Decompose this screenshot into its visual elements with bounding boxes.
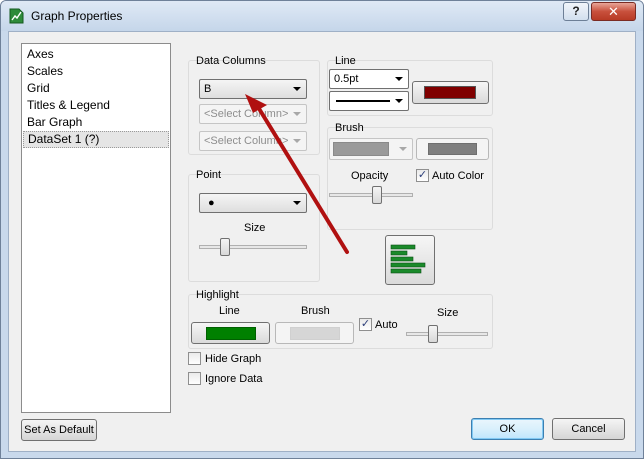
point-size-slider-thumb[interactable] <box>220 238 230 256</box>
line-title: Line <box>335 55 356 67</box>
line-color-button[interactable] <box>412 81 489 104</box>
chevron-down-icon <box>293 201 301 205</box>
brush-title: Brush <box>335 122 364 134</box>
brush-fill-swatch <box>333 142 389 156</box>
highlight-line-color-swatch <box>206 327 256 340</box>
brush-fill-select[interactable] <box>329 138 413 160</box>
dialog-client-area: Axes Scales Grid Titles & Legend Bar Gra… <box>8 31 636 452</box>
nav-item-dataset-1[interactable]: DataSet 1 (?) <box>23 131 169 148</box>
nav-item-scales[interactable]: Scales <box>23 63 169 80</box>
line-style-select[interactable] <box>329 91 409 111</box>
ignore-data-checkbox[interactable] <box>188 372 201 385</box>
point-size-label: Size <box>244 222 266 234</box>
line-width-value: 0.5pt <box>334 73 359 85</box>
line-width-select[interactable]: 0.5pt <box>329 69 409 89</box>
window-title: Graph Properties <box>31 9 123 23</box>
line-color-swatch <box>424 86 476 99</box>
chevron-down-icon <box>395 77 403 81</box>
nav-item-axes[interactable]: Axes <box>23 46 169 63</box>
highlight-auto-checkbox[interactable]: ✓ <box>359 318 372 331</box>
highlight-size-label: Size <box>437 307 459 319</box>
auto-color-label[interactable]: Auto Color <box>432 170 484 182</box>
ignore-data-label[interactable]: Ignore Data <box>205 373 262 385</box>
opacity-label: Opacity <box>351 170 389 182</box>
point-symbol-value: ● <box>208 197 215 209</box>
property-category-list[interactable]: Axes Scales Grid Titles & Legend Bar Gra… <box>21 43 171 413</box>
nav-item-bar-graph[interactable]: Bar Graph <box>23 114 169 131</box>
highlight-line-color-button[interactable] <box>191 322 270 344</box>
cancel-button[interactable]: Cancel <box>552 418 625 440</box>
data-column-2-placeholder: <Select Column> <box>204 108 289 120</box>
graph-app-icon <box>9 8 24 24</box>
data-column-1-value: B <box>204 83 212 95</box>
highlight-title: Highlight <box>196 289 239 301</box>
ok-button[interactable]: OK <box>471 418 544 440</box>
data-column-3-placeholder: <Select Column> <box>204 135 289 147</box>
data-column-2-select[interactable]: <Select Column> <box>199 104 307 124</box>
chevron-down-icon <box>395 99 403 103</box>
highlight-line-label: Line <box>219 305 240 317</box>
horizontal-bar-chart-icon <box>390 242 430 283</box>
help-button[interactable]: ? <box>563 2 589 21</box>
chevron-down-icon <box>399 147 407 151</box>
data-columns-title: Data Columns <box>196 55 266 67</box>
line-style-solid-sample <box>336 100 390 102</box>
brush-color-swatch <box>428 143 477 155</box>
brush-color-button[interactable] <box>416 138 489 160</box>
graph-properties-dialog: Graph Properties ? ✕ Axes Scales Grid Ti… <box>0 0 644 459</box>
highlight-auto-label[interactable]: Auto <box>375 319 398 331</box>
data-column-3-select[interactable]: <Select Column> <box>199 131 307 151</box>
chevron-down-icon <box>293 112 301 116</box>
auto-color-checkbox[interactable]: ✓ <box>416 169 429 182</box>
nav-item-titles-legend[interactable]: Titles & Legend <box>23 97 169 114</box>
nav-item-grid[interactable]: Grid <box>23 80 169 97</box>
set-as-default-button[interactable]: Set As Default <box>21 419 97 441</box>
opacity-slider-thumb[interactable] <box>372 186 382 204</box>
highlight-brush-label: Brush <box>301 305 330 317</box>
data-column-1-select[interactable]: B <box>199 79 307 99</box>
point-size-slider-track[interactable] <box>199 245 307 249</box>
point-symbol-select[interactable]: ● <box>199 193 307 213</box>
hide-graph-checkbox[interactable] <box>188 352 201 365</box>
highlight-brush-color-button[interactable] <box>275 322 354 344</box>
chevron-down-icon <box>293 87 301 91</box>
point-title: Point <box>196 169 222 181</box>
title-bar: Graph Properties ? ✕ <box>1 1 643 31</box>
chevron-down-icon <box>293 139 301 143</box>
highlight-size-slider-thumb[interactable] <box>428 325 438 343</box>
hide-graph-label[interactable]: Hide Graph <box>205 353 261 365</box>
highlight-size-slider-track[interactable] <box>406 332 488 336</box>
opacity-slider-track[interactable] <box>329 193 413 197</box>
bar-preview-button[interactable] <box>385 235 435 285</box>
close-button[interactable]: ✕ <box>591 2 636 21</box>
highlight-brush-color-swatch <box>290 327 340 340</box>
